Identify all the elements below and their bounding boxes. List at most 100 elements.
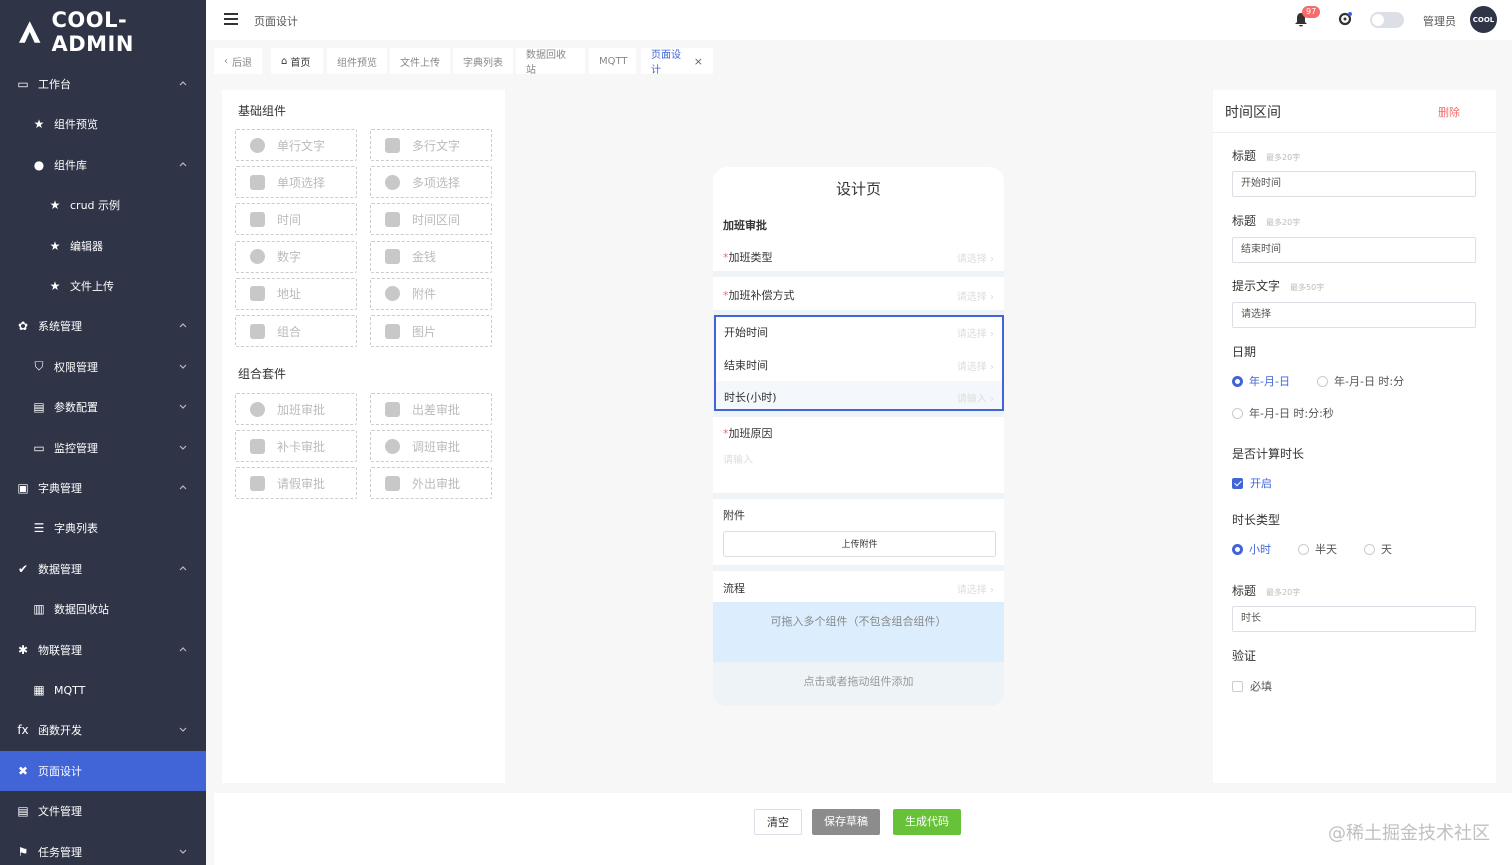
tab-mqtt[interactable]: MQTT <box>589 48 636 74</box>
component-label: 出差审批 <box>412 402 461 417</box>
theme-toggle[interactable] <box>1370 12 1404 28</box>
field-compensation: *加班补偿方式 <box>723 289 795 302</box>
component-item[interactable]: 附件 <box>370 277 492 310</box>
chevron-down-icon <box>179 364 187 369</box>
suite-title: 组合套件 <box>238 367 287 381</box>
add-component-hint[interactable]: 点击或者拖动组件添加 <box>713 673 1004 689</box>
sidebar-item[interactable]: ☰ 字典列表 <box>0 508 206 548</box>
field-overtime-type: *加班类型 <box>723 251 773 264</box>
component-item[interactable]: 出差审批 <box>370 393 492 425</box>
component-item[interactable]: 多行文字 <box>370 129 492 161</box>
tab-file-upload[interactable]: 文件上传 <box>390 48 450 74</box>
upload-button[interactable]: 上传附件 <box>723 531 996 557</box>
component-label: 数字 <box>277 250 302 265</box>
sidebar-item[interactable]: ▭ 监控管理 <box>0 428 206 468</box>
component-item[interactable]: 多项选择 <box>370 166 492 199</box>
tab-home[interactable]: ⌂ 首页 <box>271 48 323 74</box>
sidebar-item[interactable]: ⛉ 权限管理 <box>0 347 206 387</box>
component-item[interactable]: 地址 <box>235 277 357 310</box>
duration-option-halfday[interactable]: 半天 <box>1298 541 1337 557</box>
sidebar-item[interactable]: ✔ 数据管理 <box>0 549 206 589</box>
star-icon: ★ <box>49 198 61 213</box>
hint-text-input[interactable]: 请选择 <box>1232 302 1476 328</box>
close-icon[interactable]: × <box>694 55 703 68</box>
duration-option-day[interactable]: 天 <box>1364 541 1392 557</box>
field-hint: 请选择 › <box>956 292 994 303</box>
calc-duration-checkbox[interactable]: 开启 <box>1232 475 1272 491</box>
sidebar-item[interactable]: ▥ 数据回收站 <box>0 589 206 629</box>
component-item[interactable]: 单项选择 <box>235 166 357 199</box>
sidebar-item[interactable]: ▤ 参数配置 <box>0 387 206 427</box>
fx-icon: fx <box>17 723 29 738</box>
required-checkbox[interactable]: 必填 <box>1232 678 1272 694</box>
tab-back[interactable]: ‹ 后退 <box>214 48 262 74</box>
monitor-icon: ▭ <box>33 440 45 455</box>
end-title-input[interactable]: 结束时间 <box>1232 237 1476 263</box>
save-draft-button[interactable]: 保存草稿 <box>812 809 880 835</box>
sidebar-item-label: 监控管理 <box>54 441 98 455</box>
form-block-type[interactable]: 加班审批 *加班类型 请选择 › <box>713 211 1004 271</box>
date-option-ymdhms[interactable]: 年-月-日 时:分:秒 <box>1232 405 1334 421</box>
sidebar-item[interactable]: ✿ 系统管理 <box>0 306 206 346</box>
page-title: 页面设计 <box>254 15 298 28</box>
component-item[interactable]: 补卡审批 <box>235 430 357 463</box>
component-item[interactable]: 单行文字 <box>235 129 357 161</box>
component-item[interactable]: 调班审批 <box>370 430 492 463</box>
sidebar-item[interactable]: fx 函数开发 <box>0 710 206 750</box>
start-title-input[interactable]: 开始时间 <box>1232 171 1476 197</box>
selected-time-range[interactable]: 开始时间 请选择 › 结束时间 请选择 › 时长(小时) 请输入 › <box>714 315 1004 411</box>
date-option-ymdhm[interactable]: 年-月-日 时:分 <box>1317 373 1404 389</box>
clear-button[interactable]: 清空 <box>754 809 802 835</box>
component-item[interactable]: 金钱 <box>370 240 492 273</box>
tab-page-design[interactable]: 页面设计 × <box>641 48 713 76</box>
component-item[interactable]: 组合 <box>235 315 357 347</box>
component-item[interactable]: 时间 <box>235 203 357 236</box>
form-block-reason[interactable]: *加班原因 请输入 <box>713 417 1004 493</box>
component-item[interactable]: 数字 <box>235 240 357 273</box>
form-block-flow[interactable]: 流程 请选择 › <box>713 571 1004 602</box>
list-icon: ☰ <box>33 521 45 536</box>
sidebar-item[interactable]: ● 组件库 <box>0 145 206 185</box>
sidebar-item[interactable]: ▭ 工作台 <box>0 64 206 104</box>
sidebar-item[interactable]: ✱ 物联管理 <box>0 630 206 670</box>
sidebar-item[interactable]: ★ crud 示例 <box>0 185 206 225</box>
sidebar-item[interactable]: ★ 编辑器 <box>0 226 206 266</box>
sidebar-item[interactable]: ⚑ 任务管理 <box>0 832 206 865</box>
sidebar: COOL-ADMIN ▭ 工作台 ★ 组件预览 ● 组件库 ★ crud 示例 ★ 编辑器 ★ 文件上… <box>0 0 206 865</box>
component-icon <box>385 249 400 265</box>
sidebar-item[interactable]: ✖ 页面设计 <box>0 750 206 791</box>
sidebar-item[interactable]: ▤ 文件管理 <box>0 791 206 831</box>
tab-component-preview[interactable]: 组件预览 <box>327 48 387 74</box>
component-item[interactable]: 图片 <box>370 315 492 347</box>
sidebar-item-label: 参数配置 <box>54 401 98 415</box>
user-name[interactable]: 管理员 <box>1423 13 1456 29</box>
menu-toggle-icon[interactable] <box>224 13 238 25</box>
chevron-up-icon <box>179 323 187 328</box>
duration-option-hour[interactable]: 小时 <box>1232 541 1271 557</box>
sidebar-item[interactable]: ★ 文件上传 <box>0 266 206 306</box>
generate-code-button[interactable]: 生成代码 <box>893 809 961 835</box>
divider <box>1213 132 1496 133</box>
star-icon: ★ <box>49 279 61 293</box>
monitor-icon: ▭ <box>17 77 29 91</box>
drop-area[interactable]: 可拖入多个组件（不包含组合组件） <box>713 602 1004 662</box>
sidebar-item[interactable]: ▣ 字典管理 <box>0 468 206 508</box>
avatar[interactable]: COOL <box>1470 6 1497 33</box>
component-item[interactable]: 时间区间 <box>370 203 492 236</box>
component-item[interactable]: 加班审批 <box>235 393 357 425</box>
sidebar-item[interactable]: ▦ MQTT <box>0 670 206 710</box>
duration-title-input[interactable]: 时长 <box>1232 606 1476 632</box>
component-label: 单项选择 <box>277 175 326 190</box>
date-option-ymd[interactable]: 年-月-日 <box>1232 373 1290 389</box>
duration-type-label: 时长类型 <box>1232 513 1281 527</box>
component-icon <box>385 174 400 190</box>
form-block-attach[interactable]: 附件 上传附件 <box>713 499 1004 565</box>
tab-dict-list[interactable]: 字典列表 <box>453 48 513 74</box>
tab-recycle-bin[interactable]: 数据回收站 <box>516 48 585 76</box>
form-block-comp[interactable]: *加班补偿方式 请选择 › <box>713 277 1004 310</box>
component-item[interactable]: 请假审批 <box>235 467 357 500</box>
sidebar-item[interactable]: ★ 组件预览 <box>0 104 206 144</box>
settings-icon[interactable] <box>1338 12 1352 26</box>
component-item[interactable]: 外出审批 <box>370 467 492 500</box>
delete-link[interactable]: 删除 <box>1438 104 1460 120</box>
